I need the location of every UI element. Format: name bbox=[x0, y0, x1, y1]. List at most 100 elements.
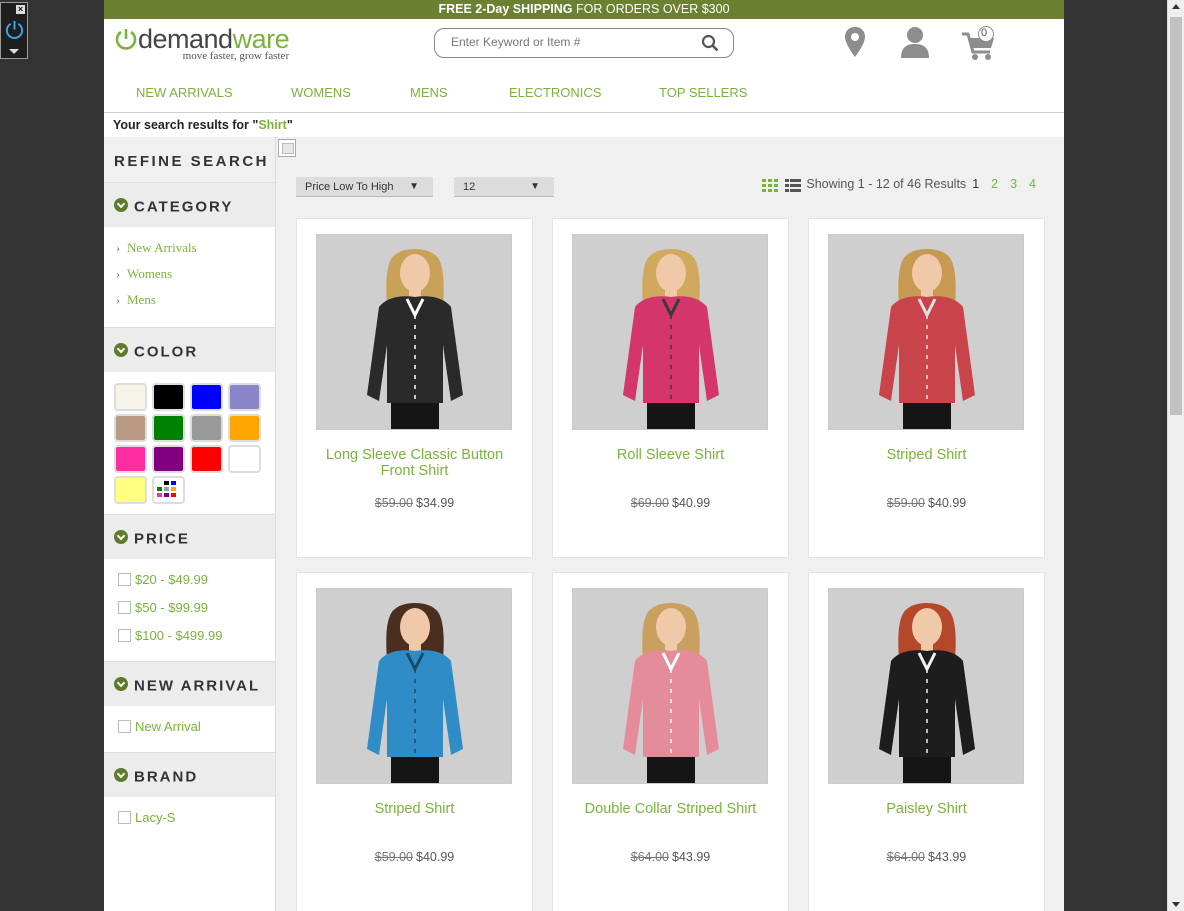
product-name[interactable]: Roll Sleeve Shirt bbox=[563, 447, 778, 463]
product-image[interactable] bbox=[572, 588, 768, 784]
color-swatch[interactable] bbox=[152, 445, 185, 473]
page-link[interactable]: 3 bbox=[1010, 177, 1017, 191]
brand-filter[interactable]: Lacy-S bbox=[118, 805, 275, 833]
page-link[interactable]: 2 bbox=[991, 177, 998, 191]
page: FREE 2-Day SHIPPING FOR ORDERS OVER $300… bbox=[104, 0, 1064, 911]
content-area: REFINE SEARCH CATEGORY › New Arrivals › Wo… bbox=[104, 137, 1064, 911]
list-view-icon[interactable] bbox=[785, 179, 802, 193]
account-icon[interactable] bbox=[900, 26, 930, 58]
chevron-right-icon: › bbox=[116, 267, 120, 281]
product-name[interactable]: Paisley Shirt bbox=[819, 801, 1034, 817]
color-swatches bbox=[104, 372, 275, 515]
checkbox[interactable] bbox=[118, 811, 131, 824]
store-locator-icon[interactable] bbox=[844, 26, 866, 58]
sale-price: $40.99 bbox=[672, 496, 711, 510]
color-swatch[interactable] bbox=[114, 383, 147, 411]
refine-sidebar: REFINE SEARCH CATEGORY › New Arrivals › Wo… bbox=[104, 137, 276, 911]
category-item[interactable]: › Womens bbox=[116, 263, 275, 289]
price-header[interactable]: PRICE bbox=[104, 515, 275, 559]
price-filter[interactable]: $20 - $49.99 bbox=[118, 567, 275, 595]
color-swatch[interactable] bbox=[152, 476, 185, 504]
sort-select[interactable]: Price Low To High ▼ bbox=[296, 177, 433, 197]
product-card[interactable]: Striped Shirt $59.00 $40.99 bbox=[296, 572, 533, 911]
power-widget[interactable]: × bbox=[0, 2, 28, 59]
collapse-icon bbox=[114, 677, 128, 691]
product-name[interactable]: Long Sleeve Classic Button Front Shirt bbox=[307, 447, 522, 479]
color-swatch[interactable] bbox=[152, 383, 185, 411]
checkbox[interactable] bbox=[118, 601, 131, 614]
category-item[interactable]: › New Arrivals bbox=[116, 237, 275, 263]
cart-icon[interactable] bbox=[960, 26, 1000, 62]
product-image[interactable] bbox=[316, 234, 512, 430]
color-swatch[interactable] bbox=[114, 476, 147, 504]
product-image[interactable] bbox=[828, 588, 1024, 784]
chevron-down-icon[interactable] bbox=[9, 49, 19, 54]
color-swatch[interactable] bbox=[152, 414, 185, 442]
per-page-select[interactable]: 12 ▼ bbox=[454, 177, 554, 197]
price-filter[interactable]: $50 - $99.99 bbox=[118, 595, 275, 623]
checkbox[interactable] bbox=[118, 629, 131, 642]
price-filters: $20 - $49.99 $50 - $99.99 $100 - $499.99 bbox=[104, 559, 275, 662]
logo[interactable]: demandware move faster, grow faster bbox=[114, 24, 290, 62]
color-swatch[interactable] bbox=[190, 383, 223, 411]
nav-electronics[interactable]: ELECTRONICS bbox=[509, 85, 601, 100]
nav-mens[interactable]: MENS bbox=[410, 85, 448, 100]
product-name[interactable]: Double Collar Striped Shirt bbox=[563, 801, 778, 817]
sale-price: $40.99 bbox=[416, 850, 455, 864]
product-image[interactable] bbox=[572, 234, 768, 430]
product-price: $59.00 $40.99 bbox=[297, 850, 532, 864]
grid-view-icon[interactable] bbox=[762, 179, 778, 193]
category-header[interactable]: CATEGORY bbox=[104, 183, 275, 227]
product-image[interactable] bbox=[316, 588, 512, 784]
original-price: $64.00 bbox=[886, 850, 925, 864]
product-card[interactable]: Paisley Shirt $64.00 $43.99 bbox=[808, 572, 1045, 911]
product-card[interactable]: Roll Sleeve Shirt $69.00 $40.99 bbox=[552, 218, 789, 558]
color-swatch[interactable] bbox=[228, 383, 261, 411]
color-swatch[interactable] bbox=[190, 445, 223, 473]
color-swatch[interactable] bbox=[114, 445, 147, 473]
page-link[interactable]: 4 bbox=[1029, 177, 1036, 191]
product-price: $59.00 $34.99 bbox=[297, 496, 532, 510]
color-swatch[interactable] bbox=[228, 445, 261, 473]
collapse-icon bbox=[114, 530, 128, 544]
color-swatch[interactable] bbox=[228, 414, 261, 442]
search-input[interactable] bbox=[451, 35, 691, 49]
product-name[interactable]: Striped Shirt bbox=[819, 447, 1034, 463]
power-icon[interactable] bbox=[4, 19, 25, 40]
color-swatch[interactable] bbox=[114, 414, 147, 442]
color-swatch[interactable] bbox=[190, 414, 223, 442]
new-arrival-filter[interactable]: New Arrival bbox=[118, 714, 275, 742]
dropdown-caret-icon: ▼ bbox=[409, 181, 419, 192]
vertical-scrollbar[interactable] bbox=[1167, 0, 1184, 911]
refine-title: REFINE SEARCH bbox=[104, 137, 275, 183]
nav-new-arrivals[interactable]: NEW ARRIVALS bbox=[136, 85, 233, 100]
original-price: $59.00 bbox=[374, 496, 413, 510]
checkbox[interactable] bbox=[118, 573, 131, 586]
new-arrival-header[interactable]: NEW ARRIVAL bbox=[104, 662, 275, 706]
checkbox[interactable] bbox=[118, 720, 131, 733]
main-nav: NEW ARRIVALS WOMENS MENS ELECTRONICS TOP… bbox=[104, 81, 1064, 113]
scroll-down-icon[interactable] bbox=[1172, 902, 1180, 907]
search-box bbox=[434, 28, 734, 58]
dropdown-caret-icon: ▼ bbox=[530, 181, 540, 192]
search-icon[interactable] bbox=[701, 34, 719, 52]
brand-header[interactable]: BRAND bbox=[104, 753, 275, 797]
product-card[interactable]: Double Collar Striped Shirt $64.00 $43.99 bbox=[552, 572, 789, 911]
scrollbar-thumb[interactable] bbox=[1170, 17, 1182, 415]
product-card[interactable]: Long Sleeve Classic Button Front Shirt $5… bbox=[296, 218, 533, 558]
product-image[interactable] bbox=[828, 234, 1024, 430]
nav-womens[interactable]: WOMENS bbox=[291, 85, 351, 100]
original-price: $69.00 bbox=[630, 496, 669, 510]
page-link-current[interactable]: 1 bbox=[972, 177, 979, 191]
color-header[interactable]: COLOR bbox=[104, 328, 275, 372]
sale-price: $34.99 bbox=[416, 496, 455, 510]
category-item[interactable]: › Mens bbox=[116, 289, 275, 315]
product-card[interactable]: Striped Shirt $59.00 $40.99 bbox=[808, 218, 1045, 558]
nav-top-sellers[interactable]: TOP SELLERS bbox=[659, 85, 747, 100]
product-price: $69.00 $40.99 bbox=[553, 496, 788, 510]
original-price: $59.00 bbox=[374, 850, 413, 864]
scroll-up-icon[interactable] bbox=[1172, 4, 1180, 9]
price-filter[interactable]: $100 - $499.99 bbox=[118, 623, 275, 651]
close-icon[interactable]: × bbox=[16, 5, 25, 14]
product-name[interactable]: Striped Shirt bbox=[307, 801, 522, 817]
